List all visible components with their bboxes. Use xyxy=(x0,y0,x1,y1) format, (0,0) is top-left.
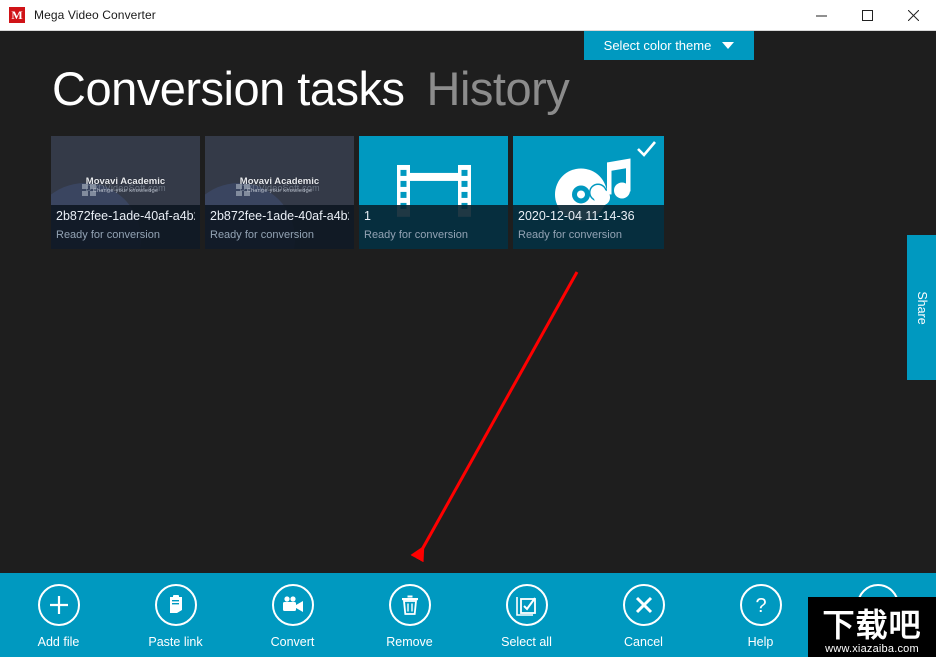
task-caption: 1 Ready for conversion xyxy=(359,205,508,249)
add-file-button[interactable]: Add file xyxy=(6,584,112,649)
close-button[interactable] xyxy=(890,0,936,30)
tab-conversion-tasks[interactable]: Conversion tasks xyxy=(52,61,405,116)
cancel-label: Cancel xyxy=(624,635,663,649)
task-filename: 2b872fee-1ade-40af-a4b2-... xyxy=(56,209,195,223)
remove-label: Remove xyxy=(386,635,433,649)
task-caption: 2b872fee-1ade-40af-a4b2-... Ready for co… xyxy=(205,205,354,249)
maximize-button[interactable] xyxy=(844,0,890,30)
task-filename: 2020-12-04 11-14-36 xyxy=(518,209,659,223)
share-tab-label: Share xyxy=(915,291,929,324)
application-window: M Mega Video Converter Select color them… xyxy=(0,0,936,657)
select-all-label: Select all xyxy=(501,635,552,649)
dvdvideosoft-watermark: DVDVideoSoft.com xyxy=(205,183,354,193)
clipboard-icon xyxy=(155,584,197,626)
help-button[interactable]: ? Help xyxy=(708,584,814,649)
task-filename: 1 xyxy=(364,209,503,223)
remove-button[interactable]: Remove xyxy=(357,584,463,649)
task-filename: 2b872fee-1ade-40af-a4b2-... xyxy=(210,209,349,223)
add-file-label: Add file xyxy=(38,635,80,649)
window-title: Mega Video Converter xyxy=(34,8,156,22)
task-tile[interactable]: DVDVideoSoft.com Movavi Academic Change … xyxy=(51,136,200,249)
trash-icon xyxy=(389,584,431,626)
title-bar: M Mega Video Converter xyxy=(0,0,936,31)
checkbox-list-icon xyxy=(506,584,548,626)
header-tabs: Conversion tasks History xyxy=(52,61,569,116)
bottom-toolbar: Add file Paste link xyxy=(0,573,936,657)
plus-icon xyxy=(38,584,80,626)
minimize-icon xyxy=(816,10,827,21)
task-tile-selected[interactable]: 2020-12-04 11-14-36 Ready for conversion xyxy=(513,136,664,249)
paste-link-button[interactable]: Paste link xyxy=(123,584,229,649)
select-color-theme-button[interactable]: Select color theme xyxy=(584,31,754,60)
camcorder-icon xyxy=(272,584,314,626)
convert-label: Convert xyxy=(271,635,315,649)
task-status: Ready for conversion xyxy=(364,229,503,241)
conversion-task-list: DVDVideoSoft.com Movavi Academic Change … xyxy=(51,136,664,249)
task-caption: 2020-12-04 11-14-36 Ready for conversion xyxy=(513,205,664,249)
tab-history[interactable]: History xyxy=(427,61,570,116)
site-watermark: 下载吧 www.xiazaiba.com xyxy=(808,597,936,657)
close-icon xyxy=(908,10,919,21)
task-status: Ready for conversion xyxy=(210,229,349,241)
minimize-button[interactable] xyxy=(798,0,844,30)
dvdvideosoft-watermark: DVDVideoSoft.com xyxy=(51,183,200,193)
select-all-button[interactable]: Select all xyxy=(474,584,580,649)
site-watermark-text: 下载吧 xyxy=(822,607,921,643)
chevron-down-icon xyxy=(722,42,734,49)
question-mark-icon: ? xyxy=(740,584,782,626)
task-tile[interactable]: 1 Ready for conversion xyxy=(359,136,508,249)
paste-link-label: Paste link xyxy=(148,635,202,649)
task-status: Ready for conversion xyxy=(56,229,195,241)
convert-button[interactable]: Convert xyxy=(240,584,346,649)
task-status: Ready for conversion xyxy=(518,229,659,241)
task-tile[interactable]: DVDVideoSoft.com Movavi Academic Change … xyxy=(205,136,354,249)
svg-text:?: ? xyxy=(755,595,766,616)
close-circle-icon xyxy=(623,584,665,626)
select-color-theme-label: Select color theme xyxy=(604,38,712,53)
cancel-button[interactable]: Cancel xyxy=(591,584,697,649)
help-label: Help xyxy=(748,635,774,649)
task-caption: 2b872fee-1ade-40af-a4b2-... Ready for co… xyxy=(51,205,200,249)
check-icon xyxy=(637,141,656,157)
site-watermark-url: www.xiazaiba.com xyxy=(825,643,919,655)
share-tab[interactable]: Share xyxy=(907,235,936,380)
maximize-icon xyxy=(862,10,873,21)
app-logo-icon: M xyxy=(9,7,25,23)
